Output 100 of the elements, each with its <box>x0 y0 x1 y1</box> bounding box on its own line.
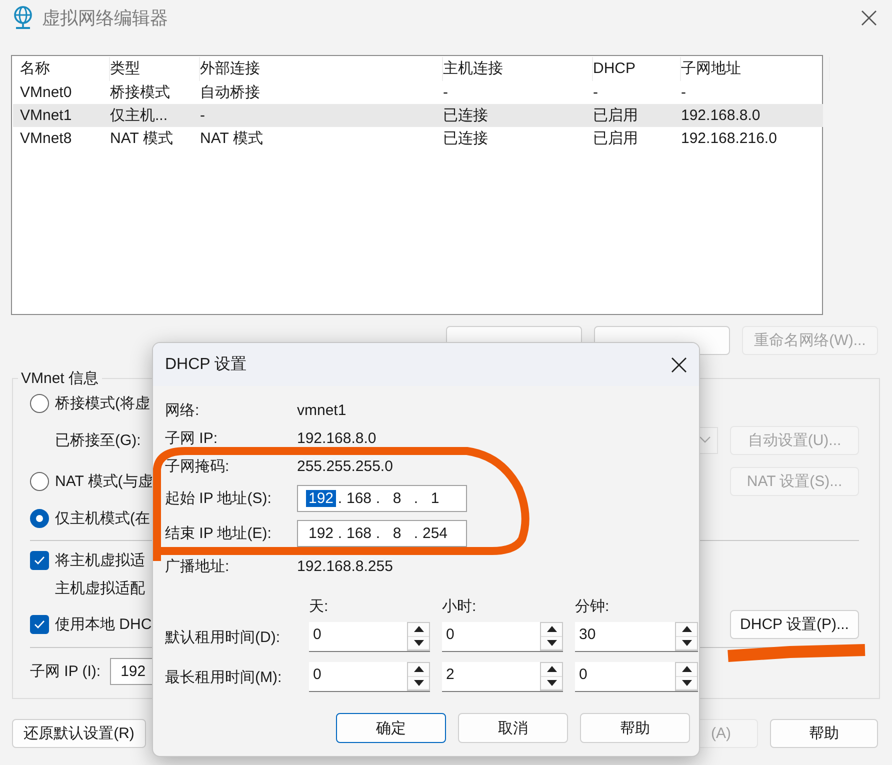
ip-octet: 8 <box>392 525 402 542</box>
field-label: 默认租用时间(D): <box>165 628 281 646</box>
table-row[interactable]: VMnet8 NAT 模式 NAT 模式 已连接 已启用 192.168.216.0 <box>13 127 823 150</box>
decrement-button[interactable] <box>541 636 562 650</box>
octet-separator: . <box>374 525 382 542</box>
ip-octet: 1 <box>430 490 440 506</box>
radio-label: NAT 模式(与虚 <box>55 472 153 490</box>
table-cell-text: VMnet8 <box>20 130 73 147</box>
up-triangle-icon <box>682 626 692 632</box>
table-cell-text: - <box>681 84 687 101</box>
column-header: 外部连接 <box>200 57 443 81</box>
group-title: VMnet 信息 <box>20 369 100 388</box>
number-spinner[interactable]: 0 <box>309 662 430 692</box>
table-cell-text: 桥接模式 <box>110 83 171 102</box>
checkbox-label: 使用本地 DHC <box>55 614 152 634</box>
decrement-button[interactable] <box>408 636 429 650</box>
up-triangle-icon <box>682 666 692 672</box>
help-button[interactable]: 帮助 <box>770 719 878 748</box>
decrement-button[interactable] <box>541 676 562 690</box>
octet-separator: . <box>336 525 344 542</box>
up-triangle-icon <box>546 626 556 632</box>
number-spinner[interactable]: 0 <box>309 622 430 652</box>
ip-address-field[interactable]: 192 . 168 . 8 . 1 <box>297 484 467 512</box>
field-label: 最长租用时间(M): <box>165 668 283 686</box>
ip-octet: 254 <box>421 525 449 542</box>
field-label: 网络: <box>165 400 200 420</box>
increment-button[interactable] <box>541 623 562 636</box>
column-header: 类型 <box>110 57 200 81</box>
table-cell-text: 192.168.8.0 <box>681 107 762 124</box>
decrement-button[interactable] <box>676 636 697 650</box>
increment-button[interactable] <box>408 663 429 676</box>
field-value: vmnet1 <box>297 402 346 418</box>
checkbox[interactable] <box>30 550 49 570</box>
dialog-button[interactable]: 确定 <box>336 713 446 743</box>
field-value: 192.168.8.255 <box>297 558 393 574</box>
radio-button[interactable] <box>30 508 49 528</box>
number-spinner[interactable]: 0 <box>575 662 698 692</box>
octet-separator: . <box>336 490 344 506</box>
table-cell-text: NAT 模式 <box>200 129 264 148</box>
column-header: 分钟: <box>575 596 610 616</box>
table-cell-text: 自动桥接 <box>200 83 261 102</box>
check-icon <box>34 556 45 564</box>
checkbox-label: 将主机虚拟适 <box>55 550 145 570</box>
ip-octet: 8 <box>392 490 402 506</box>
number-spinner[interactable]: 2 <box>442 662 563 692</box>
up-triangle-icon <box>546 666 556 672</box>
field-value: 255.255.255.0 <box>297 458 393 474</box>
table-row[interactable]: VMnet1 仅主机... - 已连接 已启用 192.168.8.0 <box>13 104 823 127</box>
dialog-button[interactable]: 帮助 <box>580 713 690 743</box>
down-triangle-icon <box>414 680 424 686</box>
field-label: 广播地址: <box>165 556 230 576</box>
table-cell-text: - <box>200 107 206 124</box>
radio-button[interactable] <box>30 472 49 490</box>
down-triangle-icon <box>682 680 692 686</box>
table-cell-text: VMnet1 <box>20 107 73 124</box>
column-header: DHCP <box>593 57 681 81</box>
checkbox[interactable] <box>30 614 49 634</box>
increment-button[interactable] <box>541 663 562 676</box>
close-icon[interactable] <box>671 356 687 372</box>
check-icon <box>34 620 45 628</box>
increment-button[interactable] <box>408 623 429 636</box>
restore-defaults-button[interactable]: 还原默认设置(R) <box>12 719 146 748</box>
dialog-button[interactable]: 取消 <box>458 713 568 743</box>
adapter-note: 主机虚拟适配 <box>55 578 145 598</box>
dhcp-settings-button[interactable]: DHCP 设置(P)... <box>730 610 859 638</box>
number-spinner[interactable]: 30 <box>575 622 698 652</box>
table-cell-text: 仅主机... <box>110 106 169 125</box>
field-label: 已桥接至(G): <box>55 430 141 450</box>
octet-separator: . <box>374 490 382 506</box>
radio-label: 仅主机模式(在 <box>55 508 150 528</box>
dialog-title: DHCP 设置 <box>165 355 246 375</box>
ip-address-field[interactable]: 192 . 168 . 8 . 254 <box>297 520 467 547</box>
number-spinner[interactable]: 0 <box>442 622 563 652</box>
decrement-button[interactable] <box>408 676 429 690</box>
up-triangle-icon <box>414 626 424 632</box>
column-header: 天: <box>309 596 330 616</box>
radio-button[interactable] <box>30 394 49 413</box>
window-title: 虚拟网络编辑器 <box>42 7 168 30</box>
close-icon[interactable] <box>860 9 878 27</box>
table-cell-text: 已连接 <box>443 129 489 148</box>
table-cell-text: VMnet0 <box>20 84 73 101</box>
down-triangle-icon <box>682 640 692 646</box>
field-value: 192.168.8.0 <box>297 430 376 446</box>
ip-octet: 192 <box>307 525 335 542</box>
chevron-icon <box>699 436 711 444</box>
decrement-button[interactable] <box>676 676 697 690</box>
increment-button[interactable] <box>676 623 697 636</box>
table-cell-text: 已启用 <box>593 129 639 148</box>
down-triangle-icon <box>546 680 556 686</box>
field-label: 子网 IP (I): <box>30 662 101 680</box>
octet-separator: . <box>412 525 420 542</box>
radio-label: 桥接模式(将虚 <box>55 394 150 413</box>
table-cell-text: 已启用 <box>593 106 639 125</box>
column-header: 主机连接 <box>443 57 593 81</box>
globe-icon <box>12 6 34 30</box>
octet-separator: . <box>412 490 420 506</box>
increment-button[interactable] <box>676 663 697 676</box>
table-cell-text: 192.168.216.0 <box>681 130 778 147</box>
table-row[interactable]: VMnet0 桥接模式 自动桥接 - - - <box>13 81 823 104</box>
ip-octet: 192 <box>306 490 336 506</box>
